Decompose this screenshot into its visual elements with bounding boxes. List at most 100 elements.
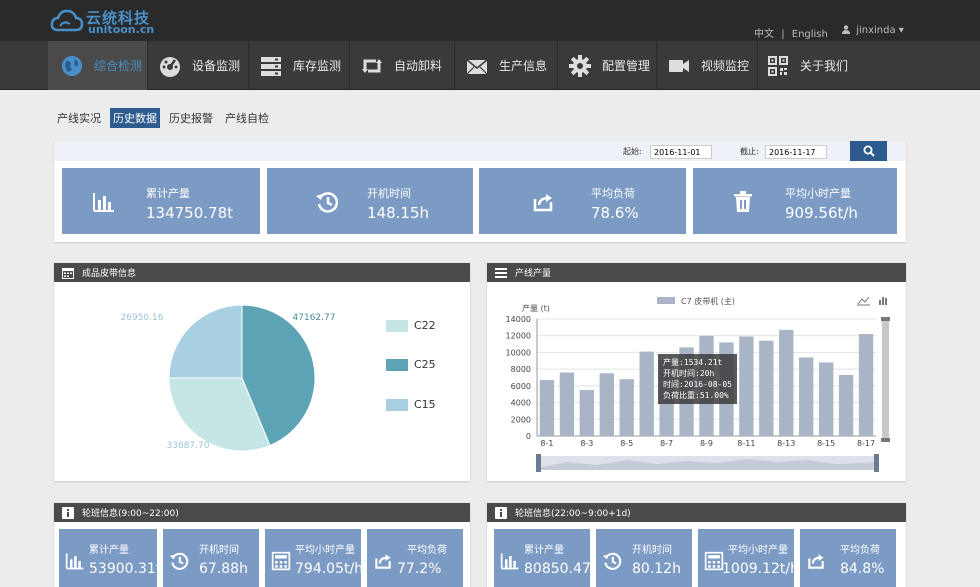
panel-header: 成品皮带信息 xyxy=(54,263,470,282)
bar-8-5[interactable] xyxy=(619,379,634,436)
stat-value: 84.8% xyxy=(840,561,885,577)
bar-8-11[interactable] xyxy=(739,336,754,436)
nav-item-production-info[interactable]: 生产信息 xyxy=(455,41,557,90)
shift-stat-avg-hourly: 平均小时产量 794.05t/h xyxy=(265,529,364,587)
bar-8-3[interactable] xyxy=(579,390,595,436)
tooltip-line: 产量:1534.21t xyxy=(663,358,723,367)
bar-8-12[interactable] xyxy=(759,340,774,436)
legend-item[interactable]: C25 xyxy=(386,358,436,371)
bar-8-1[interactable] xyxy=(539,380,555,436)
stat-label: 平均负荷 xyxy=(840,545,880,556)
stat-value: 80.12h xyxy=(632,561,681,577)
bar-8-4[interactable] xyxy=(599,373,614,436)
end-date-input[interactable] xyxy=(765,145,827,159)
panel-title: 产线产量 xyxy=(515,269,552,279)
tab-history-alarm[interactable]: 历史报警 xyxy=(166,108,216,128)
bar-chart-icon xyxy=(65,553,84,570)
x-tick-label: 8-3 xyxy=(580,439,593,448)
calendar-icon xyxy=(62,267,74,279)
x-tick-label: 8-9 xyxy=(700,439,713,448)
shift-stat-output: 累计产量 80850.47t xyxy=(494,529,596,587)
lang-zh-link[interactable]: 中文 xyxy=(754,29,774,40)
shift-stat-run-time: 开机时间 80.12h xyxy=(596,529,692,587)
language-switch: 中文 | English xyxy=(754,25,828,40)
x-tick-label: 8-5 xyxy=(620,439,633,448)
stat-label: 平均负荷 xyxy=(591,187,635,200)
legend-swatch xyxy=(386,358,408,371)
y-tick-label: 14000 xyxy=(506,315,531,324)
bar-toggle-icon[interactable] xyxy=(879,297,887,305)
summary-panel: 起始: 截止: 累计产量 134750.78t 开机时间 148.15h 平均负… xyxy=(54,141,906,242)
panel-header: 轮班信息(9:00~22:00) xyxy=(54,503,470,522)
server-icon xyxy=(259,54,283,78)
stat-value: 78.6% xyxy=(591,204,639,222)
panel-title: 轮班信息(9:00~22:00) xyxy=(82,509,179,519)
video-camera-icon xyxy=(667,54,691,78)
legend-label: C15 xyxy=(414,398,436,411)
nav-item-overview[interactable]: 综合检测 xyxy=(48,41,147,90)
nav-label: 自动卸料 xyxy=(394,59,443,73)
stat-value: 794.05t/h xyxy=(295,561,364,577)
nav-item-video[interactable]: 视频监控 xyxy=(657,41,757,90)
nav-item-auto-unload[interactable]: 自动卸料 xyxy=(350,41,454,90)
y-zoom-slider[interactable] xyxy=(881,317,890,442)
stat-label: 平均小时产量 xyxy=(728,545,788,556)
tab-self-check[interactable]: 产线自检 xyxy=(222,108,272,128)
nav-item-device-monitor[interactable]: 设备监测 xyxy=(148,41,248,90)
sub-tabs: 产线实况 历史数据 历史报警 产线自检 xyxy=(54,108,272,128)
nav-label: 视频监控 xyxy=(701,59,750,73)
nav-label: 设备监测 xyxy=(192,59,241,73)
brand-name-en: unitoon.cn xyxy=(88,23,155,36)
legend-swatch xyxy=(386,319,408,332)
bar-8-17[interactable] xyxy=(858,334,874,436)
stat-label: 开机时间 xyxy=(632,545,672,556)
legend-label: C25 xyxy=(414,358,436,371)
history-icon xyxy=(316,192,339,213)
y-tick-label: 2000 xyxy=(511,415,531,424)
nav-item-config[interactable]: 配置管理 xyxy=(558,41,656,90)
stat-label: 累计产量 xyxy=(524,545,564,556)
nav-item-about[interactable]: 关于我们 xyxy=(758,41,856,90)
nav-label: 库存监测 xyxy=(293,59,342,73)
lang-separator: | xyxy=(781,29,785,40)
chart-tooltip: 产量:1534.21t 开机时间:20h 时间:2016-08-05 负荷比重:… xyxy=(658,354,737,404)
bar-8-2[interactable] xyxy=(559,372,575,436)
bar-8-13[interactable] xyxy=(779,329,794,436)
bar-chart-icon xyxy=(500,553,519,570)
envelope-icon xyxy=(465,54,489,78)
search-button[interactable] xyxy=(850,141,887,161)
nav-label: 生产信息 xyxy=(499,59,548,73)
x-tick-label: 8-7 xyxy=(660,439,673,448)
retweet-icon xyxy=(360,54,384,78)
bar-8-15[interactable] xyxy=(818,362,834,436)
user-menu[interactable]: jinxinda ▾ xyxy=(842,25,904,36)
x-tick-label: 8-1 xyxy=(540,439,553,448)
bar-8-14[interactable] xyxy=(799,357,814,436)
line-toggle-icon[interactable] xyxy=(857,296,870,306)
shift-stat-avg-hourly: 平均小时产量 1009.12t/h xyxy=(698,529,799,587)
panel-header: 轮班信息(22:00~9:00+1d) xyxy=(487,503,906,522)
shift-day-panel: 轮班信息(9:00~22:00) 累计产量 53900.31t 开机时间 67.… xyxy=(54,503,470,587)
start-date-input[interactable] xyxy=(650,145,712,159)
x-tick-label: 8-11 xyxy=(737,439,755,448)
legend-item[interactable]: C22 xyxy=(386,319,436,332)
nav-item-inventory[interactable]: 库存监测 xyxy=(249,41,349,90)
bar-8-6[interactable] xyxy=(639,351,654,436)
calculator-icon xyxy=(704,551,724,571)
x-tick-label: 8-13 xyxy=(777,439,795,448)
y-tick-label: 0 xyxy=(526,432,531,441)
data-zoom-slider[interactable] xyxy=(536,454,879,472)
bar-8-16[interactable] xyxy=(838,374,854,436)
chart-legend[interactable]: C7 皮带机 (主) xyxy=(657,296,735,306)
y-axis-label: 产量 (t) xyxy=(522,303,550,313)
belt-info-panel: 成品皮带信息 47162.77 33687.70 26950.16 C22 C25 … xyxy=(54,263,470,481)
tab-history-data[interactable]: 历史数据 xyxy=(110,108,160,128)
stat-label: 开机时间 xyxy=(367,187,411,200)
lang-en-link[interactable]: English xyxy=(792,29,828,40)
legend-item[interactable]: C15 xyxy=(386,398,436,411)
pie-slice-c15[interactable] xyxy=(168,304,243,379)
logo[interactable]: 云统科技 unitoon.cn xyxy=(50,6,170,36)
share-box-icon xyxy=(533,194,553,212)
main-nav: 综合检测 设备监测 库存监测 自动卸料 生产信息 配置管理 视频监控 关于我们 xyxy=(0,41,980,90)
tab-live[interactable]: 产线实况 xyxy=(54,108,104,128)
